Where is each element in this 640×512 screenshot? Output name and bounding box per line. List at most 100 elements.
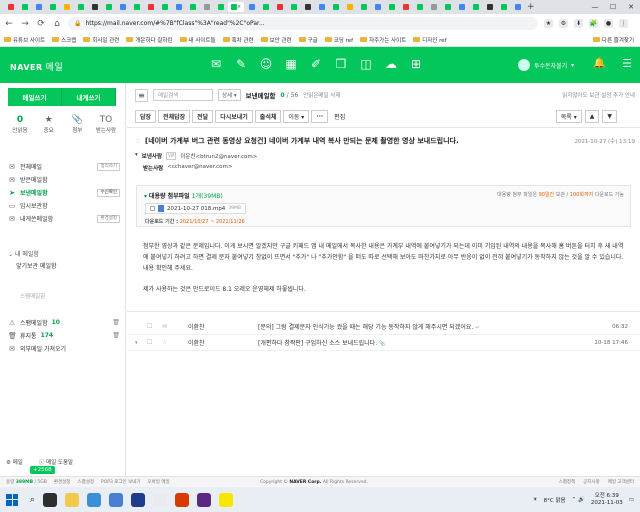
search-icon[interactable]: ⌕ [30, 495, 35, 505]
browser-tab[interactable] [60, 2, 73, 12]
settings-button[interactable]: 환경설정 [97, 214, 120, 223]
write-to-self-button[interactable]: 내게쓰기 [62, 88, 116, 106]
home-button[interactable]: ⌂ [52, 19, 62, 29]
folder-sent[interactable]: ➤ 보낸메일함 수신확인 [8, 186, 120, 199]
url-field[interactable]: 🔒 https://mail.naver.com/#%7B"fClass"%3A… [68, 17, 538, 30]
edge-icon[interactable] [87, 492, 102, 507]
mail-help-link[interactable]: ⓘ 메일 도움말 [39, 458, 73, 466]
quick-unread[interactable]: 0 안읽음 [8, 114, 32, 134]
browser-tab[interactable] [497, 2, 510, 12]
delete-unread-link[interactable]: 안읽은메일 삭제 [303, 91, 340, 99]
browser-tab[interactable] [315, 2, 328, 12]
menu-icon[interactable]: ☰ [622, 57, 632, 70]
list-item[interactable]: ▾ ☐ ☆ 이환찬 [개편하다 참짝판] 구입하신 소스 보내드립니다. 📎 1… [127, 335, 640, 351]
write-mail-button[interactable]: 메일쓰기 [8, 88, 62, 106]
browser-tab-active[interactable]: × [228, 2, 244, 12]
bookmark-folder[interactable]: 내 사이트들 [179, 36, 216, 44]
extension-icon[interactable]: ⬇ [574, 19, 583, 28]
browser-tab[interactable] [46, 2, 59, 12]
organize-button[interactable]: 정리하기 [97, 162, 120, 171]
bookmark-folder[interactable]: 혹차 관련 [222, 36, 254, 44]
file-checkbox[interactable] [150, 206, 155, 211]
bookmark-folder[interactable]: 회사일 관련 [83, 36, 119, 44]
browser-tab[interactable] [130, 2, 143, 12]
checkbox-icon[interactable]: ☐ [147, 323, 152, 330]
file-explorer-icon[interactable] [65, 492, 80, 507]
browser-tab[interactable] [287, 2, 300, 12]
browser-tab[interactable] [4, 2, 17, 12]
folder-trash[interactable]: 🗑 휴지통 174 🗑 [8, 329, 120, 342]
prev-mail-button[interactable]: ▲ [584, 109, 600, 123]
sender-address[interactable]: 이운찬<btrun2@naver.com> [180, 152, 257, 160]
folder-long-term[interactable]: 앞기보관 메일함 [8, 261, 120, 273]
notification-icon[interactable]: ▭ [629, 497, 634, 503]
next-mail-button[interactable]: ▼ [602, 109, 617, 123]
drive-icon[interactable]: ◫ [358, 56, 374, 72]
store-icon[interactable] [109, 492, 124, 507]
footer-link[interactable]: 모바일 메일 [148, 479, 170, 485]
browser-tab[interactable] [385, 2, 398, 12]
chevron-down-icon[interactable]: ▾ [135, 152, 138, 160]
more-icon[interactable]: ⋮ [619, 19, 628, 28]
attachment-header[interactable]: ▾ 대용량 첨부파일 1개(39MB) [144, 191, 223, 200]
browser-tab[interactable] [186, 2, 199, 12]
windows-start-icon[interactable] [6, 493, 18, 506]
bell-icon[interactable]: 🔔 [593, 58, 605, 69]
browser-tab[interactable] [329, 2, 342, 12]
chrome-icon[interactable] [153, 492, 168, 507]
browser-tab[interactable] [74, 2, 87, 12]
folder-all-mail[interactable]: ✉ 전체메일 정리하기 [8, 160, 120, 173]
browser-tab[interactable] [245, 2, 258, 12]
browser-tab[interactable] [441, 2, 454, 12]
footer-link[interactable]: 공지사항 [583, 479, 600, 485]
contacts-icon[interactable]: ☺ [258, 56, 274, 72]
browser-tab[interactable] [144, 2, 157, 12]
browser-tab[interactable] [301, 2, 314, 12]
bookmark-folder[interactable]: 디자인 ref [413, 36, 447, 44]
bookmark-folder[interactable]: 구글 [298, 36, 318, 44]
search-scope-select[interactable]: 상세 ▾ [218, 89, 241, 101]
star-icon[interactable]: ☆ [135, 137, 145, 145]
checkbox-icon[interactable]: ☐ [147, 339, 152, 346]
browser-tab[interactable] [455, 2, 468, 12]
close-tab-icon[interactable]: × [237, 4, 241, 10]
other-bookmarks[interactable]: 다른 즐겨찾기 [592, 36, 634, 44]
footer-link[interactable]: 스팸설정 [77, 479, 94, 485]
minimize-button[interactable]: — [586, 0, 604, 14]
footer-link[interactable]: 메일 고객센터 [608, 479, 634, 485]
extension-icon[interactable]: ⚙ [559, 19, 568, 28]
reply-all-button[interactable]: 전체답장 [158, 109, 191, 123]
browser-tab[interactable] [469, 2, 482, 12]
user-menu[interactable]: 투수돈자블기 ▾ [518, 59, 574, 71]
browser-tab[interactable] [116, 2, 129, 12]
profile-icon[interactable]: ● [604, 19, 613, 28]
tray-icons[interactable]: ⌃ 🔊 [572, 497, 585, 503]
browser-tab[interactable] [343, 2, 356, 12]
browser-tab[interactable] [483, 2, 496, 12]
reply-button[interactable]: 답장 [135, 109, 157, 123]
browser-tab[interactable] [273, 2, 286, 12]
browser-tab[interactable] [371, 2, 384, 12]
box-icon[interactable]: ❒ [333, 56, 349, 72]
browser-tab[interactable] [32, 2, 45, 12]
bookmark-folder[interactable]: 자주가는 사이트 [360, 36, 406, 44]
read-receipt-button[interactable]: 수신확인 [97, 188, 120, 197]
write-icon[interactable]: ✎ [233, 56, 249, 72]
bookmark-folder[interactable]: 개운하다 잘하린 [126, 36, 173, 44]
print-button[interactable]: 출석체 [254, 109, 282, 123]
resend-button[interactable]: 다시보내기 [215, 109, 253, 123]
reload-button[interactable]: ⟳ [36, 19, 46, 29]
folder-spam[interactable]: ⚠ 스팸메일함 10 🗑 [8, 316, 120, 329]
browser-tab[interactable] [102, 2, 115, 12]
back-button[interactable]: ← [4, 19, 14, 29]
new-tab-button[interactable]: + [527, 2, 535, 12]
folder-inbox[interactable]: ✉ 받은메일함 [8, 173, 120, 186]
attachment-file[interactable]: 2021-10-27 018.mp4 39MB [145, 203, 247, 214]
browser-tab[interactable] [200, 2, 213, 12]
list-subject[interactable]: [문의] 그럼 결제문자 인식기능 켰을 때는 해당 기능 동작하지 않게 해주… [258, 322, 479, 331]
browser-tab[interactable] [158, 2, 171, 12]
forward-button[interactable]: → [20, 19, 30, 29]
edit-link[interactable]: 편집 [334, 112, 345, 121]
empty-trash-icon[interactable]: 🗑 [112, 332, 120, 339]
forward-button[interactable]: 전달 [192, 109, 214, 123]
